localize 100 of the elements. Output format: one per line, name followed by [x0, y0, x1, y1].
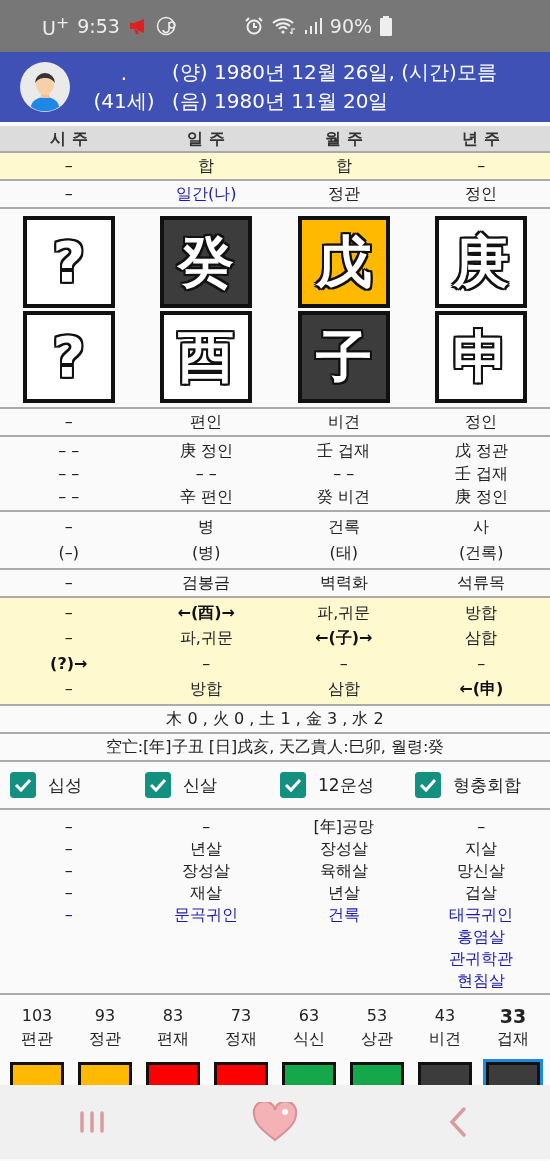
table-cell: 석류목 — [457, 572, 506, 594]
table-cell: – — [64, 516, 73, 538]
table-cell: 육해살 — [319, 860, 368, 882]
table-cell: 辛 편인 — [179, 485, 233, 508]
pillar-tile: 戊 — [297, 216, 390, 308]
table-cell: 지살 — [465, 838, 498, 860]
battery-level: 90% — [329, 15, 373, 37]
table-cell: 戊 정관 — [454, 439, 508, 462]
table-cell: – – — [333, 462, 355, 485]
table-cell: – — [64, 678, 73, 701]
column-header: 시 주 — [49, 127, 88, 150]
table-cell: 재살 — [190, 882, 223, 904]
table-cell: – — [477, 816, 486, 838]
age-number: 63 — [298, 1005, 320, 1027]
pillar-tile: 子 — [297, 311, 390, 403]
table-cell: 壬 겁재 — [317, 439, 371, 462]
table-cell: 방합 — [190, 678, 223, 701]
table-cell: 삼합 — [327, 678, 360, 701]
table-cell: 편인 — [190, 411, 223, 433]
table-cell: – — [64, 411, 73, 433]
luck-label: 겁재 — [497, 1028, 529, 1050]
table-cell: 파,귀문 — [317, 601, 371, 624]
summary-text: 木 0 , 火 0 , 土 1 , 金 3 , 水 2 — [166, 708, 384, 730]
table-cell: 건록 — [327, 904, 360, 926]
person-name: . — [120, 60, 128, 87]
table-cell: 년살 — [190, 838, 223, 860]
table-cell: 겁살 — [465, 882, 498, 904]
pillar-tile: 申 — [435, 311, 528, 403]
checkbox-label: 12운성 — [318, 773, 374, 797]
table-cell: – — [64, 904, 73, 926]
table-cell: [年]공망 — [313, 816, 374, 838]
battery-icon — [380, 16, 393, 36]
table-cell: – – — [58, 439, 80, 462]
table-cell: – — [64, 838, 73, 860]
table-cell: 장성살 — [319, 838, 368, 860]
table-cell: 정관 — [327, 183, 360, 205]
table-cell: – — [202, 652, 211, 675]
table-cell: 벽력화 — [319, 572, 368, 594]
table-cell: – — [64, 816, 73, 838]
table-cell: ←(酉)→ — [177, 601, 235, 624]
pillar-tile: 癸 — [160, 216, 253, 308]
table-cell: 정인 — [465, 411, 498, 433]
summary-text: 空亡:[年]子丑 [日]戌亥, 天乙貴人:巳卯, 월령:癸 — [105, 736, 445, 758]
table-cell: 壬 겁재 — [454, 462, 508, 485]
table-cell: 합 — [335, 155, 352, 177]
clock-time: 9:53 — [77, 15, 120, 37]
luck-label: 비견 — [429, 1028, 461, 1050]
table-cell: 정인 — [465, 183, 498, 205]
wifi-icon — [271, 17, 296, 35]
carrier-label: U$^{+}$ — [42, 12, 70, 40]
age-number: 53 — [366, 1005, 388, 1027]
table-cell: – — [202, 816, 211, 838]
lunar-date: (음) 1980년 11월 20일 — [172, 88, 390, 115]
column-header: 일 주 — [187, 127, 226, 150]
checkbox[interactable] — [145, 772, 171, 798]
luck-label: 정관 — [89, 1028, 121, 1050]
age-number: 93 — [94, 1005, 116, 1027]
column-header: 월 주 — [324, 127, 363, 150]
luck-label: 편재 — [157, 1028, 189, 1050]
table-cell: 庚 정인 — [454, 485, 508, 508]
table-cell: 태극귀인 홍염살 관귀학관 현침살 — [449, 904, 514, 992]
luck-label: 편관 — [21, 1028, 53, 1050]
table-cell: (?)→ — [50, 652, 88, 675]
checkbox[interactable] — [10, 772, 36, 798]
table-cell: ←(申) — [459, 678, 504, 701]
table-cell: 삼합 — [465, 627, 498, 650]
checkbox[interactable] — [415, 772, 441, 798]
table-cell: 건록 — [327, 516, 360, 538]
table-cell: 병 — [198, 516, 215, 538]
luck-label: 상관 — [361, 1028, 393, 1050]
table-cell: 파,귀문 — [179, 627, 233, 650]
age-number: 83 — [162, 1005, 184, 1027]
table-cell: 庚 정인 — [179, 439, 233, 462]
table-cell: – — [64, 860, 73, 882]
table-cell: 년살 — [327, 882, 360, 904]
age-number: 43 — [434, 1005, 456, 1027]
pillar-tile: 酉 — [160, 311, 253, 403]
checkbox[interactable] — [280, 772, 306, 798]
table-cell: – — [64, 627, 73, 650]
age-number: 103 — [21, 1005, 53, 1027]
table-cell: 癸 비견 — [317, 485, 371, 508]
table-cell: – — [64, 601, 73, 624]
pillar-tile: 庚 — [435, 216, 528, 308]
checkbox-label: 형충회합 — [453, 773, 521, 797]
table-cell: (–) — [58, 542, 79, 564]
checkbox-label: 신살 — [183, 773, 217, 797]
table-cell: 검봉금 — [182, 572, 231, 594]
table-cell: 합 — [198, 155, 215, 177]
table-cell: – – — [58, 462, 80, 485]
pillar-tile: ? — [22, 311, 115, 403]
table-cell: 장성살 — [182, 860, 231, 882]
table-cell: 비견 — [327, 411, 360, 433]
table-cell: – — [339, 652, 348, 675]
avatar-icon — [20, 62, 70, 112]
table-cell: (건록) — [459, 542, 504, 564]
table-cell: 문곡귀인 — [174, 904, 239, 926]
solar-date: (양) 1980년 12월 26일, (시간)모름 — [172, 59, 497, 86]
age-number: 33 — [499, 1005, 527, 1027]
signal-icon — [303, 18, 322, 34]
alarm-icon — [243, 16, 264, 36]
